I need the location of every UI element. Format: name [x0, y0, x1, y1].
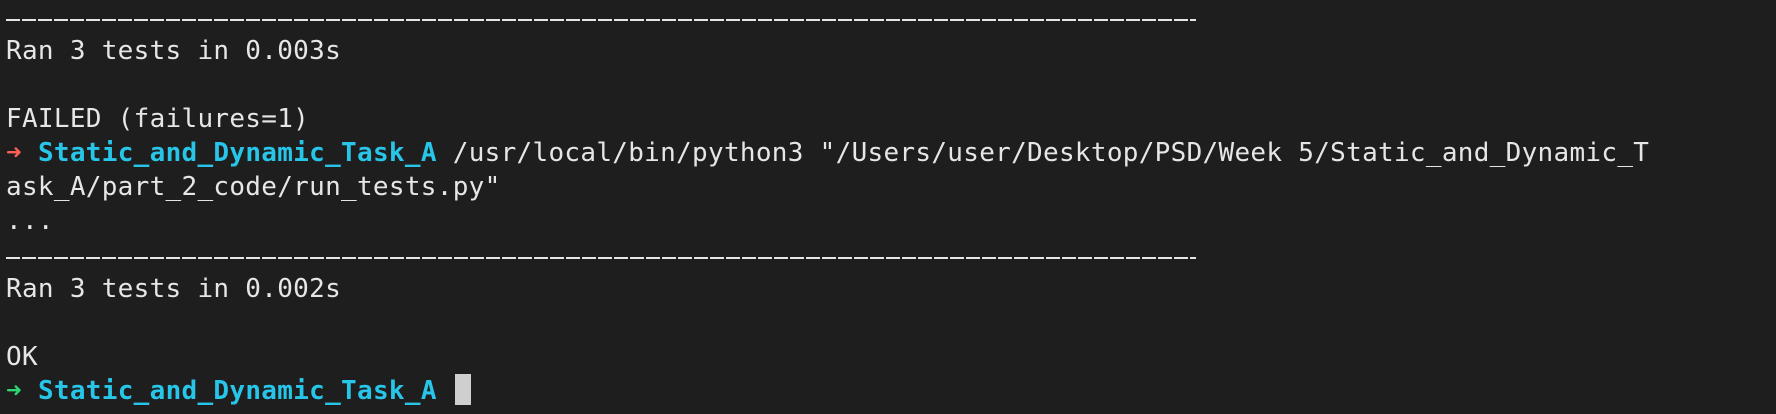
ok-status: OK: [6, 342, 38, 372]
separator-rule: [6, 0, 1776, 34]
prompt-arrow-icon: ➜: [6, 376, 22, 406]
prompt-directory: Static_and_Dynamic_Task_A: [37, 376, 437, 406]
separator-rule: [6, 238, 1776, 272]
test-dots: ...: [6, 206, 54, 236]
test-summary-line: Ran 3 tests in 0.003s: [6, 36, 342, 66]
failed-status: FAILED (failures=1): [6, 104, 310, 134]
command-continuation: ask_A/part_2_code/run_tests.py": [6, 172, 501, 202]
prompt-directory: Static_and_Dynamic_Task_A: [37, 138, 437, 168]
text-cursor[interactable]: [454, 374, 471, 405]
prompt-arrow-icon: ➜: [6, 138, 22, 168]
terminal-output[interactable]: Ran 3 tests in 0.003s FAILED (failures=1…: [6, 0, 1776, 414]
prompt-line: ➜ Static_and_Dynamic_Task_A /usr/local/b…: [6, 136, 1776, 170]
test-summary-line: Ran 3 tests in 0.002s: [6, 274, 342, 304]
prompt-line[interactable]: ➜ Static_and_Dynamic_Task_A: [6, 374, 1776, 408]
command-text: /usr/local/bin/python3 "/Users/user/Desk…: [436, 138, 1650, 168]
